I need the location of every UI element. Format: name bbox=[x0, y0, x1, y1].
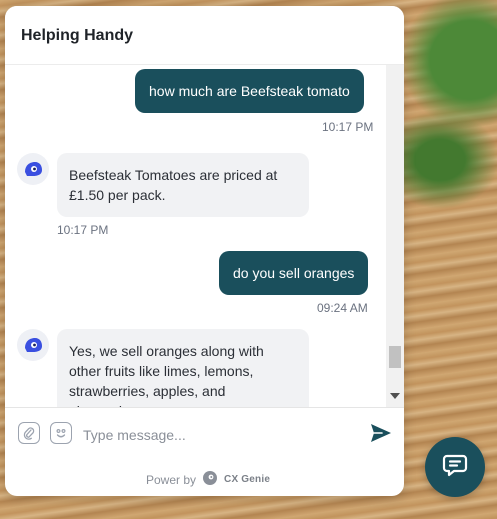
scroll-down-arrow-icon[interactable] bbox=[390, 393, 400, 399]
footer: Power by CX Genie bbox=[5, 463, 404, 496]
chat-header: Helping Handy bbox=[5, 6, 404, 65]
bot-message: Beefsteak Tomatoes are priced at £1.50 p… bbox=[57, 153, 309, 217]
brand-name: CX Genie bbox=[224, 474, 271, 485]
message-time: 10:17 PM bbox=[57, 223, 109, 237]
scrollbar-thumb[interactable] bbox=[389, 346, 401, 368]
composer bbox=[5, 407, 404, 463]
chat-launcher-button[interactable] bbox=[425, 437, 485, 497]
message-time: 10:17 PM bbox=[322, 120, 374, 134]
cx-genie-logo-icon bbox=[202, 470, 218, 489]
user-message: do you sell oranges bbox=[219, 251, 369, 295]
message-list[interactable]: how much are Beefsteak tomato 10:17 PM B… bbox=[5, 65, 385, 407]
bot-avatar-icon bbox=[17, 153, 49, 185]
message-time: 09:24 AM bbox=[317, 301, 368, 315]
user-message: how much are Beefsteak tomato bbox=[135, 69, 364, 113]
chat-icon bbox=[442, 452, 468, 483]
chat-title: Helping Handy bbox=[21, 27, 134, 44]
emoji-icon[interactable] bbox=[50, 422, 72, 444]
message-input[interactable] bbox=[83, 424, 343, 446]
bot-message: Yes, we sell oranges along with other fr… bbox=[57, 329, 309, 407]
attach-icon[interactable] bbox=[18, 422, 40, 444]
bot-avatar-icon bbox=[17, 329, 49, 361]
powered-by-label: Power by bbox=[146, 472, 197, 487]
chat-widget: Helping Handy how much are Beefsteak tom… bbox=[5, 6, 404, 496]
send-icon[interactable] bbox=[369, 421, 393, 445]
message-scrollbar[interactable] bbox=[386, 65, 404, 407]
